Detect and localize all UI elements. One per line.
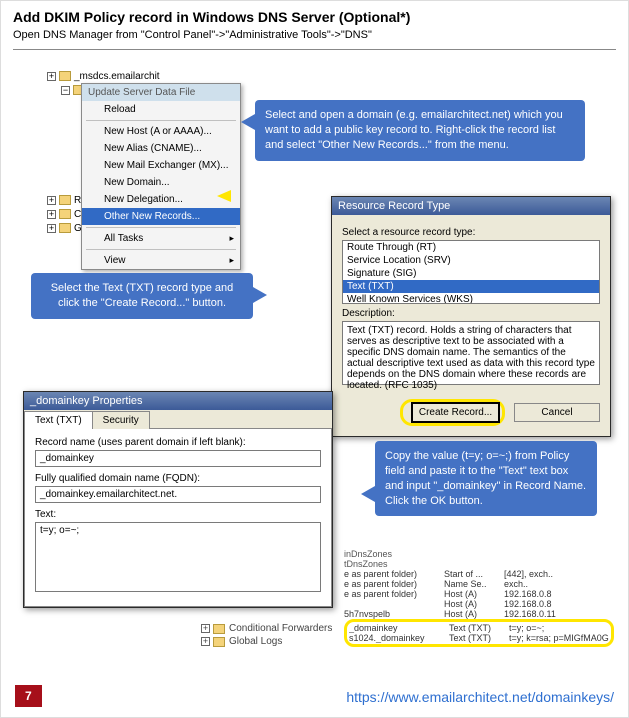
text-label: Text:	[35, 509, 321, 520]
callout-select-txt: Select the Text (TXT) record type and cl…	[31, 273, 253, 319]
menu-item-reload[interactable]: Reload	[82, 101, 240, 118]
callout-text: Select and open a domain (e.g. emailarch…	[265, 109, 563, 151]
menu-separator	[86, 227, 236, 228]
tree-node: +Global Logs	[201, 636, 332, 647]
highlighted-records: _domainkeyText (TXT)t=y; o=~; s1024._dom…	[344, 619, 614, 647]
create-record-button[interactable]: Create Record...	[411, 402, 500, 423]
table-row: 5h7nvspelbHost (A)192.168.0.11	[344, 609, 614, 619]
select-type-label: Select a resource record type:	[342, 227, 600, 238]
tab-strip: Text (TXT) Security	[24, 410, 332, 429]
tree-node: +Conditional Forwarders	[201, 623, 332, 634]
callout-tail-icon	[361, 486, 375, 502]
expand-icon[interactable]: +	[201, 624, 210, 633]
folder-icon	[59, 195, 71, 205]
menu-item-new-host[interactable]: New Host (A or AAAA)...	[82, 123, 240, 140]
callout-tail-icon	[241, 114, 255, 130]
tree-extra: +Conditional Forwarders +Global Logs	[201, 623, 332, 649]
menu-item-other-new-records[interactable]: Other New Records...	[82, 208, 240, 225]
fqdn-input[interactable]: _domainkey.emailarchitect.net.	[35, 486, 321, 503]
description-label: Description:	[342, 308, 600, 319]
context-menu-header: Update Server Data File	[82, 84, 240, 101]
menu-item-new-mx[interactable]: New Mail Exchanger (MX)...	[82, 157, 240, 174]
callout-text: Copy the value (t=y; o=~;) from Policy f…	[385, 450, 586, 507]
callout-select-domain: Select and open a domain (e.g. emailarch…	[255, 100, 585, 161]
page-footer: 7 https://www.emailarchitect.net/domaink…	[1, 671, 628, 717]
list-item[interactable]: Signature (SIG)	[343, 267, 599, 280]
folder-icon	[59, 209, 71, 219]
table-row: e as parent folder)Name Se..exch..	[344, 579, 614, 589]
expand-icon[interactable]: +	[47, 196, 56, 205]
folder-icon	[213, 624, 225, 634]
callout-text: Select the Text (TXT) record type and cl…	[51, 282, 234, 309]
menu-item-new-alias[interactable]: New Alias (CNAME)...	[82, 140, 240, 157]
context-menu: Update Server Data File Reload New Host …	[81, 83, 241, 270]
table-row: e as parent folder)Start of ...[442], ex…	[344, 569, 614, 579]
expand-icon[interactable]: −	[61, 86, 70, 95]
menu-item-new-domain[interactable]: New Domain...	[82, 174, 240, 191]
folder-icon	[59, 71, 71, 81]
zone-label: inDnsZones	[344, 549, 614, 559]
description-box: Text (TXT) record. Holds a string of cha…	[342, 321, 600, 385]
expand-icon[interactable]: +	[47, 72, 56, 81]
page-title: Add DKIM Policy record in Windows DNS Se…	[1, 1, 628, 27]
resource-record-type-dialog: Resource Record Type Select a resource r…	[331, 196, 611, 437]
dialog-title: Resource Record Type	[332, 197, 610, 215]
list-item-selected[interactable]: Text (TXT)	[343, 280, 599, 293]
page-subheading: Open DNS Manager from "Control Panel"->"…	[1, 27, 628, 49]
record-name-input[interactable]: _domainkey	[35, 450, 321, 467]
zone-label: tDnsZones	[344, 559, 614, 569]
divider	[13, 49, 616, 50]
dialog-title: _domainkey Properties	[24, 392, 332, 410]
table-row: e as parent folder)Host (A)192.168.0.8	[344, 589, 614, 599]
folder-icon	[59, 223, 71, 233]
table-row: _domainkeyText (TXT)t=y; o=~;	[349, 623, 609, 633]
menu-separator	[86, 249, 236, 250]
tab-security[interactable]: Security	[92, 411, 150, 429]
list-item[interactable]: Service Location (SRV)	[343, 254, 599, 267]
menu-item-all-tasks[interactable]: All Tasks	[82, 230, 240, 247]
tree-node[interactable]: _msdcs.emailarchit	[74, 71, 160, 82]
fqdn-label: Fully qualified domain name (FQDN):	[35, 473, 321, 484]
domainkey-properties-dialog: _domainkey Properties Text (TXT) Securit…	[23, 391, 333, 608]
expand-icon[interactable]: +	[201, 637, 210, 646]
menu-item-view[interactable]: View	[82, 252, 240, 269]
cancel-button[interactable]: Cancel	[514, 403, 600, 422]
record-name-label: Record name (uses parent domain if left …	[35, 437, 321, 448]
callout-tail-icon	[253, 287, 267, 303]
table-row: s1024._domainkeyText (TXT)t=y; k=rsa; p=…	[349, 633, 609, 643]
footer-url[interactable]: https://www.emailarchitect.net/domainkey…	[346, 689, 614, 705]
list-item[interactable]: Well Known Services (WKS)	[343, 293, 599, 304]
dns-record-listing: inDnsZones tDnsZones e as parent folder)…	[344, 549, 614, 647]
page-number-badge: 7	[15, 685, 42, 707]
yellow-arrow-icon	[217, 190, 231, 202]
page: Add DKIM Policy record in Windows DNS Se…	[0, 0, 629, 718]
callout-copy-value: Copy the value (t=y; o=~;) from Policy f…	[375, 441, 597, 516]
table-row: Host (A)192.168.0.8	[344, 599, 614, 609]
record-type-list[interactable]: Route Through (RT) Service Location (SRV…	[342, 240, 600, 304]
list-item[interactable]: Route Through (RT)	[343, 241, 599, 254]
highlight-ring-icon: Create Record...	[400, 399, 505, 426]
text-input[interactable]: t=y; o=~;	[35, 522, 321, 592]
expand-icon[interactable]: +	[47, 224, 56, 233]
menu-separator	[86, 120, 236, 121]
tab-text-txt[interactable]: Text (TXT)	[24, 411, 93, 429]
folder-icon	[213, 637, 225, 647]
expand-icon[interactable]: +	[47, 210, 56, 219]
